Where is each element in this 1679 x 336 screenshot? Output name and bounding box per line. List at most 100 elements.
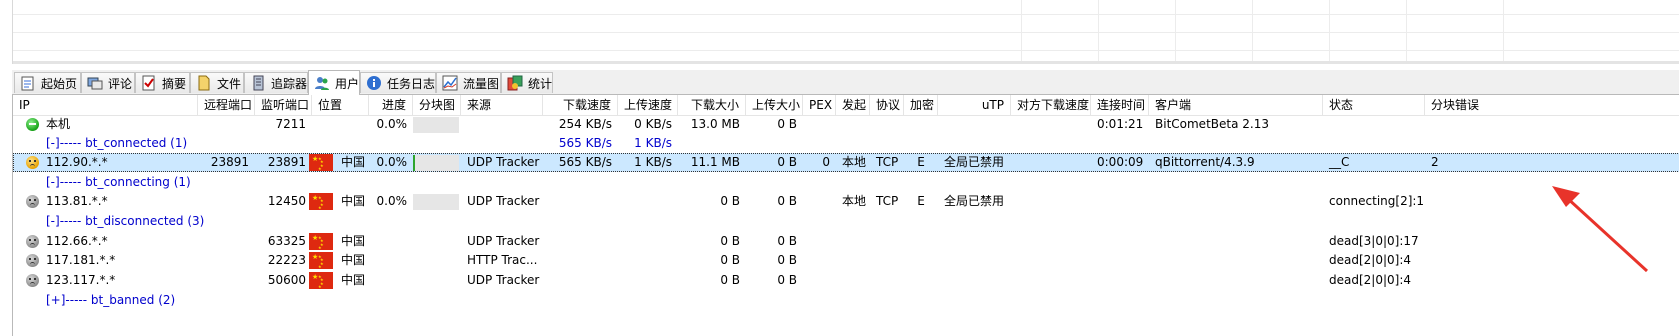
table-row-self[interactable]: 本机 7211 0.0% 254 KB/s 0 KB/s 13.0 MB 0 B… [13,115,1679,134]
cell-client: qBittorrent/4.3.9 [1155,155,1255,169]
tab-peers-label: 用户 [335,76,360,91]
cell-source: HTTP Trac... [467,253,538,267]
cell-utp: 全局已禁用 [944,194,1005,208]
col-uploaded[interactable]: 上传大小 [746,95,803,115]
col-protocol[interactable]: 协议 [870,95,904,115]
cell-client: BitCometBeta 2.13 [1155,117,1269,131]
china-flag-icon: ★ ★ ★ ★ ★ [309,252,333,269]
cell-down-speed: 565 KB/s [558,155,612,169]
tab-home[interactable]: 起始页 [14,72,81,93]
china-flag-icon: ★ ★ ★ ★ ★ [309,233,333,250]
cell-initiator: 本地 [842,194,867,208]
col-peer-down-speed[interactable]: 对方下载速度 [1011,95,1091,115]
col-status[interactable]: 状态 [1323,95,1425,115]
table-row-peer[interactable]: 112.90.*.* 23891 23891 ★ ★ ★ ★ ★ 中国 0.0% UDP… [13,153,1679,172]
horizontal-scrollbar[interactable] [13,61,1679,64]
table-row-peer[interactable]: 123.117.*.* 50600 ★ ★ ★ ★ ★ 中国 UDP Tracker 0… [13,271,1679,290]
col-listen-port[interactable]: 监听端口 [255,95,312,115]
peer-face-icon [26,254,39,267]
peer-face-icon [26,274,39,287]
cell-progress: 0.0% [376,117,408,131]
cell-country: 中国 [341,155,366,169]
peer-face-icon [26,156,39,169]
cell-uploaded: 0 B [777,155,797,169]
group-row-disconnected[interactable]: [-]----- bt_disconnected (3) [13,212,1679,231]
detail-tab-bar: 起始页 评论 摘要 文件 追踪器 用户 任务日志 流量图 统计 [12,70,1679,95]
col-conn-time[interactable]: 连接时间 [1091,95,1149,115]
tab-task-log-label: 任务日志 [387,76,436,91]
tab-files[interactable]: 文件 [190,72,244,93]
col-client[interactable]: 客户端 [1149,95,1323,115]
col-location[interactable]: 位置 [312,95,369,115]
cell-ip: 123.117.*.* [46,273,116,287]
cell-protocol: TCP [876,155,899,169]
tab-traffic-chart-label: 流量图 [463,76,500,91]
cell-listen-port: 7211 [275,117,306,131]
cell-source: UDP Tracker [467,234,540,248]
col-utp[interactable]: uTP [938,95,1011,115]
cell-downloaded: 0 B [720,194,740,208]
cell-pex: 0 [822,155,830,169]
info-icon [367,76,381,90]
cell-status: __C [1329,155,1350,169]
piece-map-bar [413,194,459,210]
tab-trackers[interactable]: 追踪器 [244,72,308,93]
table-row-peer[interactable]: 113.81.*.* 12450 ★ ★ ★ ★ ★ 中国 0.0% UDP Track… [13,192,1679,211]
group-label[interactable]: [+]----- bt_banned (2) [40,291,240,310]
col-up-speed[interactable]: 上传速度 [618,95,678,115]
table-row-peer[interactable]: 112.66.*.* 63325 ★ ★ ★ ★ ★ 中国 UDP Tracker 0 … [13,232,1679,251]
connected-status-icon [26,118,39,131]
tab-summary[interactable]: 摘要 [135,72,190,93]
cell-country: 中国 [341,253,366,267]
group-label[interactable]: [-]----- bt_connecting (1) [40,173,240,192]
col-down-speed[interactable]: 下载速度 [543,95,618,115]
group-label[interactable]: [-]----- bt_disconnected (3) [40,212,240,231]
peer-face-icon [26,195,39,208]
col-progress[interactable]: 进度 [369,95,413,115]
col-ip[interactable]: IP [13,95,198,115]
tab-stats[interactable]: 统计 [501,72,553,93]
cell-up-speed: 0 KB/s [634,117,672,131]
cell-ip: 117.181.*.* [46,253,116,267]
group-row-connected[interactable]: [-]----- bt_connected (1) 565 KB/s 1 KB/… [13,134,1679,153]
col-piece-errors[interactable]: 分块错误 [1425,95,1679,115]
tab-task-log[interactable]: 任务日志 [360,72,436,93]
group-row-banned[interactable]: [+]----- bt_banned (2) [13,291,1679,310]
group-label[interactable]: [-]----- bt_connected (1) [40,134,240,153]
cell-ip: 113.81.*.* [46,194,108,208]
cell-conn-time: 0:01:21 [1097,117,1144,131]
cell-country: 中国 [341,273,366,287]
cell-source: UDP Tracker [467,273,540,287]
col-piece-map[interactable]: 分块图 [413,95,461,115]
cell-status: dead[2|0|0]:4 [1329,273,1412,287]
cell-source: UDP Tracker [467,155,540,169]
cell-uploaded: 0 B [777,234,797,248]
col-initiator[interactable]: 发起 [836,95,870,115]
col-pex[interactable]: PEX [803,95,836,115]
cell-listen-port: 22223 [267,253,306,267]
col-source[interactable]: 来源 [461,95,543,115]
tab-traffic-chart[interactable]: 流量图 [436,72,501,93]
cell-downloaded: 11.1 MB [690,155,740,169]
cell-progress: 0.0% [376,155,408,169]
table-row-peer[interactable]: 117.181.*.* 22223 ★ ★ ★ ★ ★ 中国 HTTP Trac... … [13,251,1679,270]
tab-peers[interactable]: 用户 [308,70,360,95]
col-encryption[interactable]: 加密 [904,95,938,115]
tracker-icon [253,75,264,91]
group-row-connecting[interactable]: [-]----- bt_connecting (1) [13,173,1679,192]
cell-downloaded: 13.0 MB [690,117,740,131]
cell-status: dead[2|0|0]:4 [1329,253,1412,267]
peers-list[interactable]: IP 远程端口 监听端口 位置 进度 分块图 来源 下载速度 上传速度 下载大小… [12,95,1679,336]
cell-uploaded: 0 B [777,117,797,131]
cell-uploaded: 0 B [777,273,797,287]
tab-comments[interactable]: 评论 [81,72,135,93]
cell-listen-port: 50600 [267,273,306,287]
col-downloaded[interactable]: 下载大小 [678,95,746,115]
cell-ip: 本机 [46,117,71,131]
col-remote-port[interactable]: 远程端口 [198,95,255,115]
cell-listen-port: 12450 [267,194,306,208]
cell-utp: 全局已禁用 [944,155,1005,169]
cell-downloaded: 0 B [720,273,740,287]
users-icon [315,77,329,90]
piece-map-bar [413,155,459,171]
